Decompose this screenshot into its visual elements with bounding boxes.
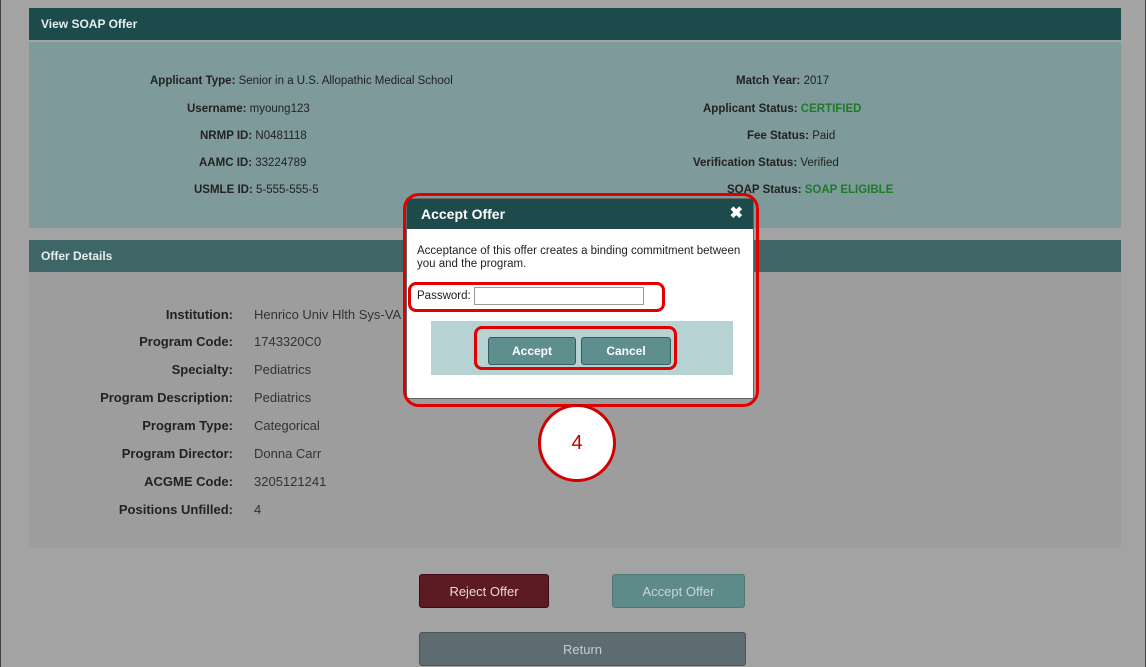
field-match-year: Match Year: 2017 [736, 75, 830, 87]
field-usmle-id: USMLE ID: 5-555-555-5 [194, 184, 319, 196]
value-program-type: Categorical [254, 418, 320, 433]
value-specialty: Pediatrics [254, 362, 312, 377]
highlight-buttons-outline [474, 326, 677, 370]
field-applicant-type: Applicant Type: Senior in a U.S. Allopat… [150, 75, 453, 87]
soap-panel-header: View SOAP Offer [29, 8, 1121, 40]
reject-offer-button[interactable]: Reject Offer [419, 574, 549, 608]
offer-panel-title: Offer Details [41, 249, 113, 263]
field-aamc-id: AAMC ID: 33224789 [199, 157, 307, 169]
applicant-status-value: CERTIFIED [800, 103, 862, 115]
highlight-password-outline [408, 282, 665, 312]
soap-panel-title: View SOAP Offer [41, 17, 138, 31]
value-program-description: Pediatrics [254, 390, 312, 405]
step-number-badge: 4 [538, 404, 616, 482]
field-username: Username: myoung123 [187, 103, 310, 115]
value-institution: Henrico Univ Hlth Sys-VA [254, 307, 402, 322]
label-program-description: Program Description: [100, 390, 233, 405]
label-specialty: Specialty: [171, 362, 233, 377]
value-acgme-code: 3205121241 [254, 474, 327, 489]
field-fee-status: Fee Status: Paid [747, 130, 836, 142]
label-program-code: Program Code: [139, 334, 233, 349]
soap-status-value: SOAP ELIGIBLE [804, 184, 894, 196]
value-program-code: 1743320C0 [254, 334, 322, 349]
step-number: 4 [571, 431, 583, 454]
field-verification-status: Verification Status: Verified [693, 157, 839, 169]
label-program-type: Program Type: [142, 418, 233, 433]
field-soap-status: SOAP Status: SOAP ELIGIBLE [727, 184, 894, 196]
label-program-director: Program Director: [121, 446, 233, 461]
label-acgme-code: ACGME Code: [144, 474, 233, 489]
value-program-director: Donna Carr [254, 446, 322, 461]
value-positions-unfilled: 4 [254, 502, 262, 517]
label-institution: Institution: [165, 307, 233, 322]
accept-offer-button[interactable]: Accept Offer [612, 574, 745, 608]
return-button[interactable]: Return [419, 632, 746, 666]
field-applicant-status: Applicant Status: CERTIFIED [703, 103, 862, 115]
label-positions-unfilled: Positions Unfilled: [118, 502, 233, 517]
field-nrmp-id: NRMP ID: N0481118 [200, 130, 307, 142]
